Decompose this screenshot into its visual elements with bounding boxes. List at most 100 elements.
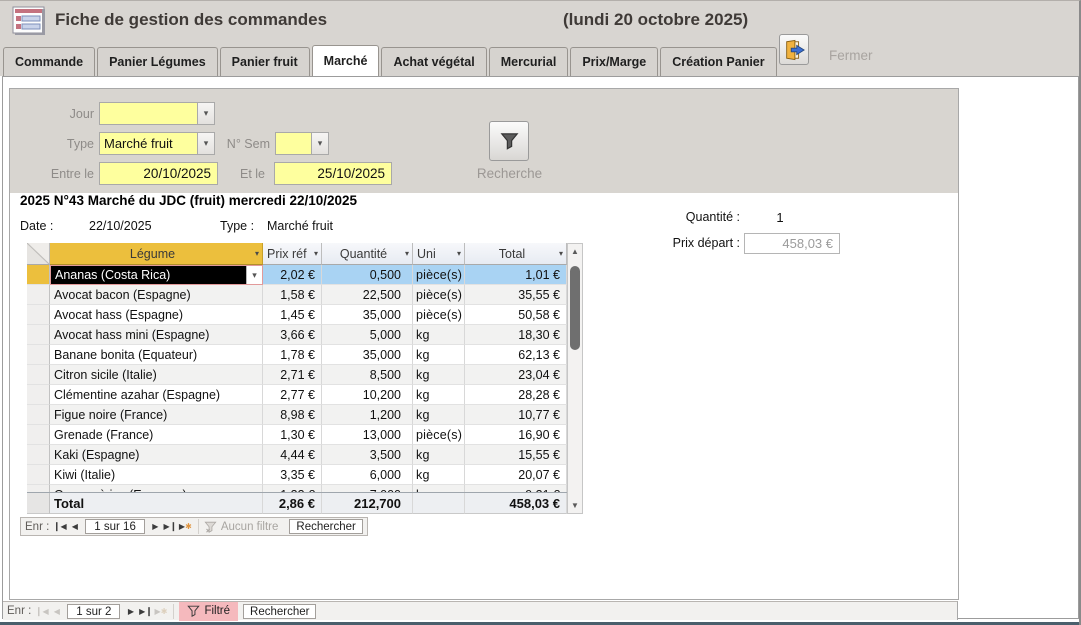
total-cell[interactable]: 23,04 € (465, 365, 567, 385)
scroll-down-icon[interactable]: ▼ (568, 498, 582, 513)
total-cell[interactable]: 10,77 € (465, 405, 567, 425)
search-box[interactable]: Rechercher (243, 604, 316, 619)
total-cell[interactable]: 1,01 € (465, 265, 567, 285)
scrollbar-thumb[interactable] (570, 266, 580, 350)
select-all-corner[interactable] (27, 243, 50, 265)
date-value[interactable]: 22/10/2025 (89, 219, 152, 233)
table-row[interactable]: Ananas (Costa Rica)▾2,02 €0,500pièce(s)1… (27, 265, 583, 285)
row-selector[interactable] (27, 305, 50, 325)
table-row[interactable]: Orange à jus (Espagne)1,33 €7,000kg9,31 … (27, 485, 583, 492)
legume-cell[interactable]: Banane bonita (Equateur) (50, 345, 263, 365)
jour-combobox[interactable]: ▾ (99, 102, 215, 125)
unite-cell[interactable]: pièce(s) (413, 285, 465, 305)
prix-ref-cell[interactable]: 8,98 € (263, 405, 322, 425)
combo-dropdown-button[interactable]: ▾ (246, 266, 262, 284)
unite-cell[interactable]: pièce(s) (413, 305, 465, 325)
total-cell[interactable]: 35,55 € (465, 285, 567, 305)
column-header-legume[interactable]: Légume ▾ (50, 243, 263, 265)
prix-ref-cell[interactable]: 3,35 € (263, 465, 322, 485)
quantite-cell[interactable]: 35,000 (322, 305, 413, 325)
legume-cell[interactable]: Grenade (France) (50, 425, 263, 445)
date-fin-field[interactable]: 25/10/2025 (274, 162, 392, 185)
new-record-icon[interactable]: ▶✱ (153, 607, 168, 616)
next-record-icon[interactable]: ▶ (148, 522, 163, 531)
table-row[interactable]: Avocat bacon (Espagne)1,58 €22,500pièce(… (27, 285, 583, 305)
prix-ref-cell[interactable]: 1,78 € (263, 345, 322, 365)
table-row[interactable]: Avocat hass (Espagne)1,45 €35,000pièce(s… (27, 305, 583, 325)
column-dropdown-icon[interactable]: ▾ (255, 249, 262, 258)
quantite-cell[interactable]: 1,200 (322, 405, 413, 425)
legume-cell[interactable]: Kiwi (Italie) (50, 465, 263, 485)
legume-cell[interactable]: Clémentine azahar (Espagne) (50, 385, 263, 405)
legume-cell[interactable]: Avocat hass (Espagne) (50, 305, 263, 325)
tab-mercurial[interactable]: Mercurial (489, 47, 569, 76)
column-header-uni[interactable]: Uni ▾ (413, 243, 465, 265)
total-cell[interactable]: 28,28 € (465, 385, 567, 405)
row-selector[interactable] (27, 325, 50, 345)
total-cell[interactable]: 9,31 € (465, 485, 567, 492)
column-dropdown-icon[interactable]: ▾ (405, 249, 412, 258)
row-selector[interactable] (27, 265, 50, 285)
row-selector[interactable] (27, 485, 50, 492)
quantite-cell[interactable]: 13,000 (322, 425, 413, 445)
quantite-cell[interactable]: 22,500 (322, 285, 413, 305)
new-record-icon[interactable]: ▶✱ (178, 522, 193, 531)
legume-cell[interactable]: Citron sicile (Italie) (50, 365, 263, 385)
search-box[interactable]: Rechercher (289, 519, 362, 534)
date-debut-field[interactable]: 20/10/2025 (99, 162, 218, 185)
table-row[interactable]: Clémentine azahar (Espagne)2,77 €10,200k… (27, 385, 583, 405)
vertical-scrollbar[interactable]: ▲ ▼ (567, 243, 583, 514)
prix-ref-cell[interactable]: 2,02 € (263, 265, 322, 285)
unite-cell[interactable]: kg (413, 345, 465, 365)
prix-ref-cell[interactable]: 1,33 € (263, 485, 322, 492)
table-row[interactable]: Citron sicile (Italie)2,71 €8,500kg23,04… (27, 365, 583, 385)
quantite-cell[interactable]: 8,500 (322, 365, 413, 385)
unite-cell[interactable]: kg (413, 325, 465, 345)
column-header-prix-ref[interactable]: Prix réf ▾ (263, 243, 322, 265)
total-cell[interactable]: 62,13 € (465, 345, 567, 365)
row-selector[interactable] (27, 445, 50, 465)
unite-cell[interactable]: kg (413, 365, 465, 385)
table-row[interactable]: Kiwi (Italie)3,35 €6,000kg20,07 € (27, 465, 583, 485)
row-selector[interactable] (27, 465, 50, 485)
row-selector[interactable] (27, 405, 50, 425)
unite-cell[interactable]: kg (413, 385, 465, 405)
quantite-cell[interactable]: 35,000 (322, 345, 413, 365)
table-row[interactable]: Avocat hass mini (Espagne)3,66 €5,000kg1… (27, 325, 583, 345)
unite-cell[interactable]: kg (413, 465, 465, 485)
type-detail-value[interactable]: Marché fruit (267, 219, 333, 233)
prix-ref-cell[interactable]: 3,66 € (263, 325, 322, 345)
prix-ref-cell[interactable]: 4,44 € (263, 445, 322, 465)
legume-cell[interactable]: Avocat bacon (Espagne) (50, 285, 263, 305)
prix-ref-cell[interactable]: 1,30 € (263, 425, 322, 445)
column-header-quantite[interactable]: Quantité ▾ (322, 243, 413, 265)
tab-march-[interactable]: Marché (312, 45, 380, 76)
row-selector[interactable] (27, 385, 50, 405)
previous-record-icon[interactable]: ◀ (67, 522, 82, 531)
price-depart-field[interactable]: 458,03 € (744, 233, 840, 254)
column-dropdown-icon[interactable]: ▾ (559, 249, 566, 258)
unite-cell[interactable]: pièce(s) (413, 265, 465, 285)
legume-cell[interactable]: Ananas (Costa Rica)▾ (50, 265, 263, 285)
table-row[interactable]: Figue noire (France)8,98 €1,200kg10,77 € (27, 405, 583, 425)
quantite-cell[interactable]: 6,000 (322, 465, 413, 485)
unite-cell[interactable]: pièce(s) (413, 425, 465, 445)
row-selector[interactable] (27, 345, 50, 365)
total-cell[interactable]: 50,58 € (465, 305, 567, 325)
tab-panier-l-gumes[interactable]: Panier Légumes (97, 47, 218, 76)
next-record-icon[interactable]: ▶ (123, 607, 138, 616)
tab-panier-fruit[interactable]: Panier fruit (220, 47, 310, 76)
unite-cell[interactable]: kg (413, 405, 465, 425)
column-dropdown-icon[interactable]: ▾ (457, 249, 464, 258)
total-cell[interactable]: 18,30 € (465, 325, 567, 345)
last-record-icon[interactable]: ▶❙ (138, 606, 153, 617)
first-record-icon[interactable]: ❙◀ (52, 521, 67, 532)
total-cell[interactable]: 15,55 € (465, 445, 567, 465)
legume-cell[interactable]: Kaki (Espagne) (50, 445, 263, 465)
last-record-icon[interactable]: ▶❙ (163, 521, 178, 532)
quantite-cell[interactable]: 3,500 (322, 445, 413, 465)
filtered-indicator[interactable]: Filtré (179, 602, 238, 621)
total-cell[interactable]: 20,07 € (465, 465, 567, 485)
column-dropdown-icon[interactable]: ▾ (314, 249, 321, 258)
semaine-combobox[interactable]: ▾ (275, 132, 329, 155)
